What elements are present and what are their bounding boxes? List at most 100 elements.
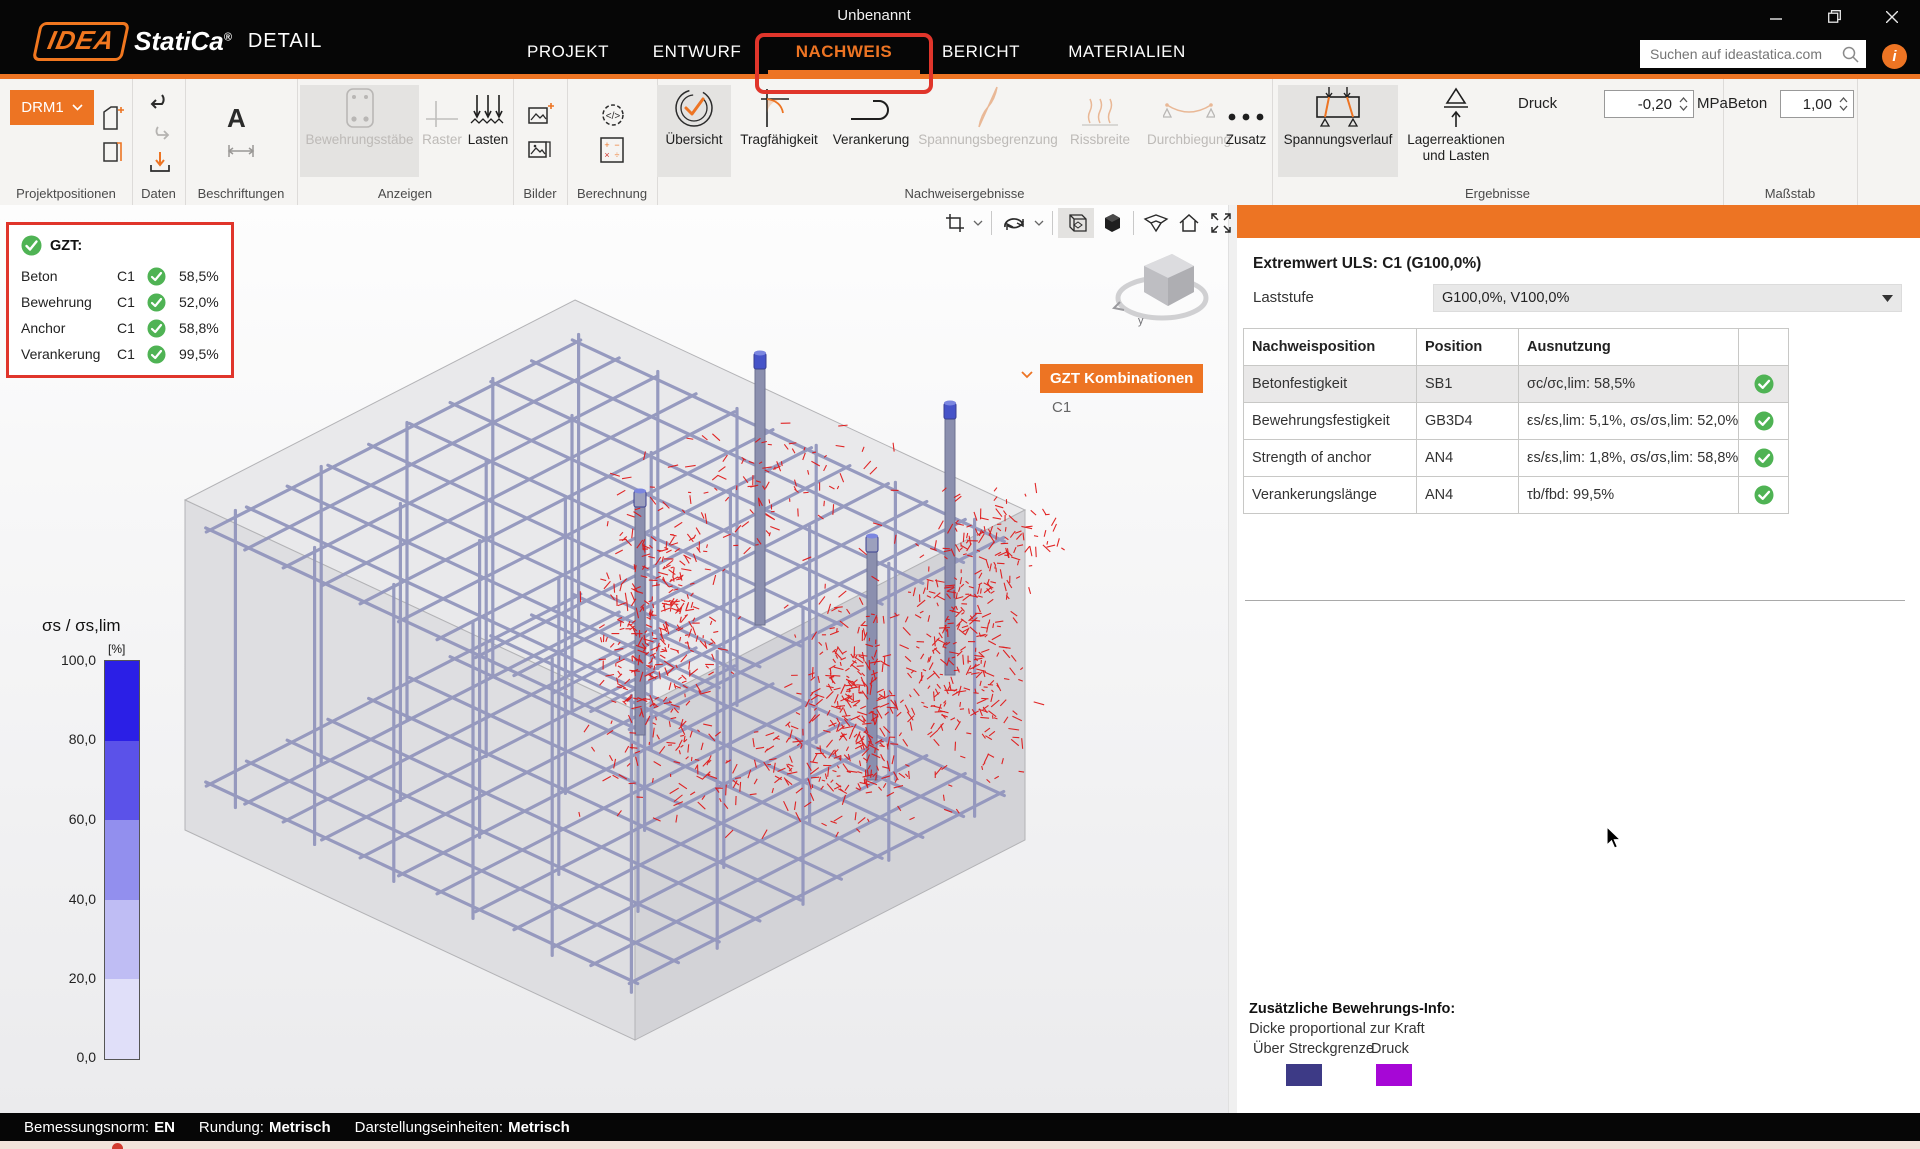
cell-utilization[interactable]: εs/εs,lim: 5,1%, σs/σs,lim: 52,0% bbox=[1519, 403, 1739, 440]
col-ausnutzung[interactable]: Ausnutzung bbox=[1519, 329, 1739, 366]
spinner-arrows[interactable] bbox=[1676, 97, 1693, 111]
ribbon-item-label: Spannungsbegrenzung bbox=[915, 132, 1061, 148]
cell-name[interactable]: Strength of anchor bbox=[1244, 440, 1417, 477]
ribbon-item-label: Bewehrungsstäbe bbox=[300, 132, 419, 148]
button-zusatz[interactable]: Zusatz bbox=[1221, 85, 1271, 177]
copy-item-icon[interactable] bbox=[101, 139, 125, 165]
combination-group-label[interactable]: GZT Kombinationen bbox=[1040, 364, 1203, 393]
calculator-icon[interactable]: +−×÷ bbox=[600, 137, 624, 163]
button-lagerreaktionen[interactable]: Lagerreaktionenund Lasten bbox=[1398, 85, 1514, 177]
rotate-view-button[interactable] bbox=[997, 208, 1031, 238]
cell-position[interactable]: SB1 bbox=[1417, 366, 1519, 403]
redo-icon[interactable] bbox=[148, 123, 172, 143]
table-row[interactable]: Verankerungslänge AN4 τb/fbd: 99,5% bbox=[1244, 477, 1789, 514]
cell-utilization[interactable]: τb/fbd: 99,5% bbox=[1519, 477, 1739, 514]
tab-materialien[interactable]: MATERIALIEN bbox=[1042, 42, 1212, 62]
toolbar-divider bbox=[1052, 211, 1053, 235]
druck-spinner[interactable]: -0,20 bbox=[1604, 90, 1694, 118]
cell-status bbox=[1739, 403, 1789, 440]
home-view-button[interactable] bbox=[1173, 208, 1205, 238]
scale-band bbox=[105, 741, 139, 821]
home-icon bbox=[1178, 213, 1200, 233]
button-rissbreite[interactable]: Rissbreite bbox=[1061, 85, 1139, 177]
spin-up-icon[interactable] bbox=[1679, 97, 1688, 103]
check-ok-icon bbox=[147, 293, 166, 312]
druck-value[interactable]: -0,20 bbox=[1605, 96, 1676, 113]
clip-view-button[interactable] bbox=[1139, 208, 1173, 238]
zoom-extents-button[interactable] bbox=[1205, 208, 1237, 238]
overview-check-icon bbox=[673, 87, 715, 129]
restore-button[interactable] bbox=[1811, 0, 1857, 33]
cell-position[interactable]: AN4 bbox=[1417, 440, 1519, 477]
spin-up-icon[interactable] bbox=[1839, 97, 1848, 103]
project-position-selector[interactable]: DRM1 bbox=[10, 90, 94, 125]
toggle-raster[interactable]: Raster bbox=[419, 85, 465, 177]
info-icon[interactable]: i bbox=[1882, 44, 1907, 69]
col-position[interactable]: Position bbox=[1417, 329, 1519, 366]
toggle-lasten[interactable]: Lasten bbox=[465, 85, 511, 177]
idea-logo-box: IDEA bbox=[32, 22, 130, 61]
dimension-icon[interactable] bbox=[227, 143, 255, 159]
table-row[interactable]: Strength of anchor AN4 εs/εs,lim: 1,8%, … bbox=[1244, 440, 1789, 477]
tab-bericht[interactable]: BERICHT bbox=[896, 42, 1066, 62]
crack-width-icon bbox=[1080, 93, 1120, 129]
cell-name[interactable]: Betonfestigkeit bbox=[1244, 366, 1417, 403]
check-ok-icon bbox=[147, 345, 166, 364]
undo-icon[interactable] bbox=[148, 91, 172, 113]
search-icon[interactable] bbox=[1842, 46, 1859, 63]
text-label-icon[interactable]: A bbox=[227, 103, 246, 134]
legend-label-druck: Druck bbox=[1371, 1041, 1409, 1057]
solid-cube-icon bbox=[1099, 211, 1123, 235]
image-add-icon[interactable] bbox=[528, 103, 554, 127]
combination-item[interactable]: C1 bbox=[1052, 399, 1071, 416]
beton-spinner[interactable]: 1,00 bbox=[1780, 90, 1854, 118]
logo-idea-text: IDEA bbox=[45, 25, 118, 56]
new-item-icon[interactable] bbox=[101, 106, 125, 132]
spin-down-icon[interactable] bbox=[1679, 105, 1688, 111]
cell-name[interactable]: Bewehrungsfestigkeit bbox=[1244, 403, 1417, 440]
cell-position[interactable]: GB3D4 bbox=[1417, 403, 1519, 440]
button-spannungsverlauf[interactable]: Spannungsverlauf bbox=[1278, 85, 1398, 177]
status-rundung: Rundung:Metrisch bbox=[199, 1119, 331, 1136]
export-data-icon[interactable] bbox=[148, 151, 172, 175]
beton-value[interactable]: 1,00 bbox=[1781, 96, 1836, 113]
cell-utilization[interactable]: εs/εs,lim: 1,8%, σs/σs,lim: 58,8% bbox=[1519, 440, 1739, 477]
panel-divider bbox=[1245, 600, 1905, 601]
button-uebersicht[interactable]: Übersicht bbox=[657, 85, 731, 177]
images-icon[interactable] bbox=[528, 137, 554, 161]
navigation-cube[interactable]: y bbox=[1110, 236, 1220, 336]
table-row[interactable]: Betonfestigkeit SB1 σc/σc,lim: 58,5% bbox=[1244, 366, 1789, 403]
ribbon-item-label: Spannungsverlauf bbox=[1278, 132, 1398, 148]
solid-view-button[interactable] bbox=[1094, 208, 1128, 238]
settings-code-icon[interactable]: </> bbox=[599, 101, 627, 129]
close-button[interactable] bbox=[1869, 0, 1915, 33]
raster-icon bbox=[424, 99, 460, 129]
button-tragfaehigkeit[interactable]: Tragfähigkeit bbox=[731, 85, 827, 177]
close-icon bbox=[1886, 11, 1898, 23]
button-verankerung[interactable]: Verankerung bbox=[827, 85, 915, 177]
search-box bbox=[1640, 40, 1866, 68]
col-nachweisposition[interactable]: Nachweisposition bbox=[1244, 329, 1417, 366]
tab-entwurf[interactable]: ENTWURF bbox=[612, 42, 782, 62]
cell-position[interactable]: AN4 bbox=[1417, 477, 1519, 514]
ribbon-item-label: Rissbreite bbox=[1061, 132, 1139, 148]
spin-down-icon[interactable] bbox=[1839, 105, 1848, 111]
tree-collapse-chevron[interactable] bbox=[1020, 370, 1034, 379]
ribbon-group-nachweisergebnisse: Übersicht Tragfähigkeit Verankerung Span… bbox=[657, 79, 1273, 205]
crop-view-button[interactable] bbox=[940, 208, 970, 238]
spinner-arrows[interactable] bbox=[1836, 97, 1853, 111]
color-scale-title: σs / σs,lim bbox=[42, 616, 202, 636]
cell-name[interactable]: Verankerungslänge bbox=[1244, 477, 1417, 514]
search-input[interactable] bbox=[1648, 45, 1842, 63]
toggle-bewehrungsstaebe[interactable]: Bewehrungsstäbe bbox=[300, 85, 419, 177]
rotate-menu-chevron[interactable] bbox=[1031, 208, 1047, 238]
table-row[interactable]: Bewehrungsfestigkeit GB3D4 εs/εs,lim: 5,… bbox=[1244, 403, 1789, 440]
minimize-button[interactable] bbox=[1753, 0, 1799, 33]
cell-utilization[interactable]: σc/σc,lim: 58,5% bbox=[1519, 366, 1739, 403]
wireframe-view-button[interactable] bbox=[1058, 208, 1094, 238]
ribbon-group-label: Maßstab bbox=[1723, 186, 1857, 201]
cell-status bbox=[1739, 366, 1789, 403]
laststufe-dropdown[interactable]: G100,0%, V100,0% bbox=[1433, 284, 1902, 312]
crop-menu-chevron[interactable] bbox=[970, 208, 986, 238]
button-spannungsbegrenzung[interactable]: Spannungsbegrenzung bbox=[915, 85, 1061, 177]
